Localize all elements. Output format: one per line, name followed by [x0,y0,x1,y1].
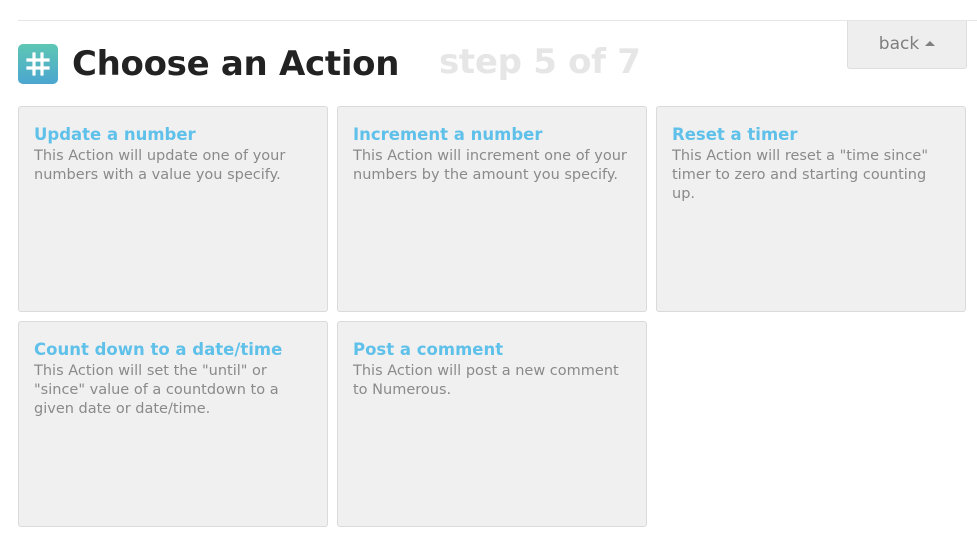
action-card-title[interactable]: Reset a timer [672,124,950,146]
caret-up-icon [925,41,936,46]
page-title: Choose an Action [72,44,400,84]
action-card-description: This Action will post a new comment to N… [353,363,619,398]
action-card-title[interactable]: Update a number [34,124,312,146]
action-card-update-number[interactable]: Update a number This Action will update … [18,106,328,312]
action-card-count-down[interactable]: Count down to a date/time This Action wi… [18,321,328,527]
action-card-description: This Action will reset a "time since" ti… [672,148,929,202]
action-card-description: This Action will set the "until" or "sin… [34,363,279,417]
back-button-label: back [878,34,920,54]
back-button[interactable]: back [847,21,967,69]
action-card-post-comment[interactable]: Post a comment This Action will post a n… [337,321,647,527]
action-card-description: This Action will increment one of your n… [353,148,627,183]
top-divider [18,20,977,21]
page-header: Choose an Action [18,40,399,88]
action-card-increment-number[interactable]: Increment a number This Action will incr… [337,106,647,312]
step-indicator: step 5 of 7 [439,42,641,82]
hashtag-icon [18,44,58,84]
action-card-reset-timer[interactable]: Reset a timer This Action will reset a "… [656,106,966,312]
action-card-title[interactable]: Post a comment [353,339,631,361]
action-card-title[interactable]: Increment a number [353,124,631,146]
action-card-title[interactable]: Count down to a date/time [34,339,312,361]
action-card-description: This Action will update one of your numb… [34,148,286,183]
